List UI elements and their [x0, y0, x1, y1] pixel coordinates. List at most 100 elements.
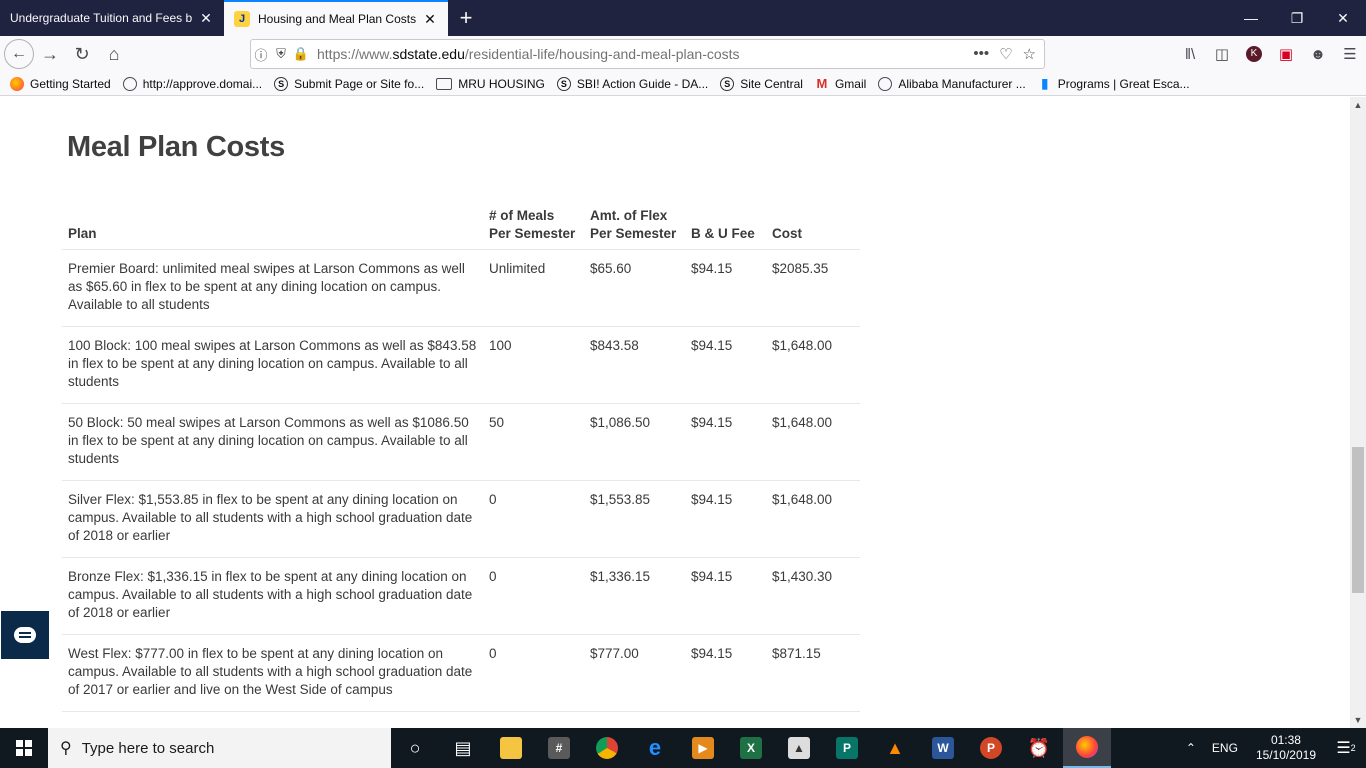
action-center-button[interactable]: ☰ 2 — [1326, 738, 1366, 758]
table-row: West Flex: $777.00 in flex to be spent a… — [62, 634, 860, 712]
home-button[interactable]: ⌂ — [98, 38, 130, 70]
powerpoint-icon[interactable]: P — [967, 728, 1015, 768]
page-content: Meal Plan Costs Plan # of Meals Per Seme… — [0, 97, 1350, 728]
bu-fee-cell: $94.15 — [685, 249, 766, 327]
restore-button[interactable]: ❐ — [1274, 0, 1320, 36]
clock-time: 01:38 — [1270, 733, 1301, 747]
column-header-plan: Plan — [62, 203, 483, 250]
reload-button[interactable]: ↻ — [66, 38, 98, 70]
avatar: K — [1246, 46, 1262, 62]
calculator-icon[interactable]: # — [535, 728, 583, 768]
firefox-taskbar-icon[interactable] — [1063, 728, 1111, 768]
flex-cell: $1,336.15 — [584, 557, 685, 635]
flex-cell: $1,086.50 — [584, 403, 685, 481]
plan-cell: 100 Block: 100 meal swipes at Larson Com… — [62, 326, 483, 404]
bookmark-sbi-action-guide[interactable]: S SBI! Action Guide - DA... — [556, 76, 709, 91]
bu-fee-cell: $94.15 — [685, 480, 766, 558]
bookmark-label: Programs | Great Esca... — [1057, 76, 1190, 91]
menu-icon[interactable]: ☰ — [1334, 38, 1366, 70]
cortana-icon[interactable]: ○ — [391, 728, 439, 768]
url-domain: sdstate.edu — [392, 46, 465, 62]
bookmark-site-central[interactable]: S Site Central — [720, 76, 803, 91]
bookmark-getting-started[interactable]: Getting Started — [10, 76, 111, 91]
column-header-meals: # of Meals Per Semester — [483, 203, 584, 250]
address-bar[interactable]: ⓘ ⛨ 🔒 https://www.sdstate.edu/residentia… — [250, 39, 1045, 69]
dollar-icon: S — [556, 76, 571, 91]
vlc-icon[interactable]: ▲ — [871, 728, 919, 768]
edge-icon[interactable]: e — [631, 728, 679, 768]
task-view-icon[interactable]: ▤ — [439, 728, 487, 768]
page-scrollbar[interactable]: ▲ ▼ — [1350, 97, 1366, 728]
cost-cell: $871.15 — [766, 634, 860, 712]
bookmark-alibaba[interactable]: Alibaba Manufacturer ... — [878, 76, 1026, 91]
bu-fee-cell: $94.15 — [685, 634, 766, 712]
globe-icon — [122, 76, 137, 91]
folder-icon — [436, 77, 453, 90]
lock-icon[interactable]: 🔒 — [291, 46, 311, 62]
sdstate-favicon-icon: J — [234, 11, 250, 27]
bookmark-submit-page[interactable]: S Submit Page or Site fo... — [274, 76, 425, 91]
tab-tuition[interactable]: Undergraduate Tuition and Fees by ✕ — [0, 0, 224, 36]
search-icon: ⚲ — [60, 740, 72, 757]
table-row: 50 Block: 50 meal swipes at Larson Commo… — [62, 403, 860, 481]
bookmark-icon: ▮ — [1040, 75, 1049, 91]
tab-title: Undergraduate Tuition and Fees by — [10, 11, 192, 25]
bookmark-gmail[interactable]: M Gmail — [815, 76, 867, 91]
close-window-button[interactable]: ✕ — [1320, 0, 1366, 36]
sidebar-icon[interactable]: ◫ — [1206, 38, 1238, 70]
tray-expand-icon[interactable]: ⌃ — [1178, 741, 1204, 755]
profile-extension-button[interactable]: K — [1238, 38, 1270, 70]
tracking-shield-icon[interactable]: ⛨ — [271, 46, 291, 62]
new-tab-button[interactable]: + — [448, 0, 484, 36]
alarm-clock-icon[interactable]: ⏰ — [1015, 728, 1063, 768]
info-icon[interactable]: ⓘ — [251, 45, 271, 64]
cost-cell: $1,648.00 — [766, 403, 860, 481]
flex-cell: $65.60 — [584, 249, 685, 327]
table-row: Bronze Flex: $1,336.15 in flex to be spe… — [62, 557, 860, 635]
toolbar-right: ‖\ ◫ K ▣ ☻ ☰ — [1174, 36, 1366, 72]
scroll-down-icon[interactable]: ▼ — [1350, 712, 1366, 728]
file-explorer-icon[interactable] — [487, 728, 535, 768]
page-actions-icon[interactable]: ••• — [973, 45, 989, 63]
page-title: Meal Plan Costs — [67, 131, 285, 163]
firefox-icon — [10, 76, 24, 91]
bu-fee-cell: $94.15 — [685, 326, 766, 404]
window-controls: — ❐ ✕ — [1228, 0, 1366, 36]
library-icon[interactable]: ‖\ — [1174, 38, 1206, 70]
media-player-icon[interactable]: ▶ — [679, 728, 727, 768]
word-icon[interactable]: W — [919, 728, 967, 768]
url-text[interactable]: https://www.sdstate.edu/residential-life… — [317, 46, 740, 62]
excel-icon[interactable]: X — [727, 728, 775, 768]
meals-cell: 0 — [483, 557, 584, 635]
windows-logo-icon — [16, 740, 32, 756]
bookmark-approve-domain[interactable]: http://approve.domai... — [122, 76, 262, 91]
account-icon[interactable]: ☻ — [1302, 38, 1334, 70]
chrome-icon[interactable] — [583, 728, 631, 768]
back-button[interactable]: ← — [4, 39, 34, 69]
clock[interactable]: 01:38 15/10/2019 — [1246, 733, 1326, 763]
language-indicator[interactable]: ENG — [1204, 741, 1246, 755]
meal-plan-table: Plan # of Meals Per Semester Amt. of Fle… — [62, 203, 860, 712]
photos-icon[interactable]: ▲ — [775, 728, 823, 768]
bookmark-label: Submit Page or Site fo... — [294, 76, 425, 91]
bu-fee-cell: $94.15 — [685, 557, 766, 635]
close-tab-icon[interactable]: ✕ — [422, 11, 438, 27]
scroll-up-icon[interactable]: ▲ — [1350, 97, 1366, 113]
tab-housing[interactable]: J Housing and Meal Plan Costs | ✕ — [224, 0, 448, 36]
bookmark-great-escape[interactable]: ▮ Programs | Great Esca... — [1038, 75, 1190, 91]
bookmark-label: Site Central — [740, 76, 803, 91]
publisher-icon[interactable]: P — [823, 728, 871, 768]
close-tab-icon[interactable]: ✕ — [198, 10, 214, 26]
pocket-icon[interactable]: ♡ — [999, 45, 1012, 63]
taskbar-search[interactable]: ⚲ Type here to search — [48, 728, 391, 768]
bookmark-label: SBI! Action Guide - DA... — [576, 76, 709, 91]
globe-icon — [878, 76, 893, 91]
scrollbar-thumb[interactable] — [1352, 447, 1364, 593]
extension-icon[interactable]: ▣ — [1270, 38, 1302, 70]
forward-button[interactable]: → — [34, 38, 66, 70]
start-button[interactable] — [0, 728, 48, 768]
minimize-button[interactable]: — — [1228, 0, 1274, 36]
chat-button[interactable] — [1, 611, 49, 659]
bookmark-star-icon[interactable]: ☆ — [1023, 45, 1036, 63]
bookmark-mru-housing[interactable]: MRU HOUSING — [436, 77, 545, 91]
